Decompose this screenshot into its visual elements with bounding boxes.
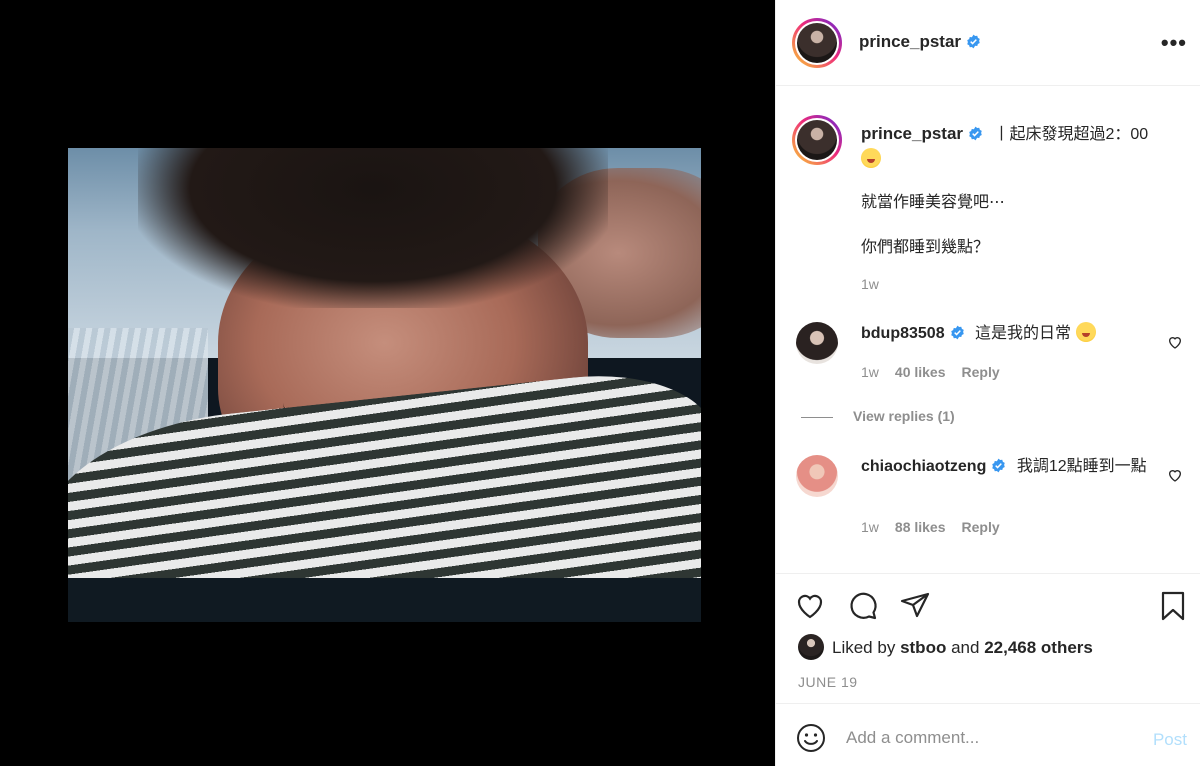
commenter-avatar[interactable] [796, 455, 838, 497]
post-comment-button[interactable]: Post [1153, 730, 1187, 750]
likes-prefix: Liked by [832, 638, 896, 657]
comment-body: chiaochiaotzeng 我調12點睡到一點 [861, 455, 1151, 479]
more-options-icon[interactable]: ••• [1161, 30, 1187, 56]
comment-timestamp[interactable]: 1w [861, 519, 879, 535]
author-username[interactable]: prince_pstar [859, 32, 981, 52]
post-side-panel: prince_pstar ••• prince_pstar 丨起床發現超過2：0… [775, 0, 1200, 766]
likes-joiner: and [951, 638, 980, 657]
laughing-emoji-icon [1075, 322, 1096, 342]
comment-body: bdup83508 這是我的日常 [861, 322, 1151, 346]
verified-badge-icon [992, 458, 1006, 473]
verified-badge-icon [967, 34, 980, 49]
caption-avatar[interactable] [792, 115, 842, 165]
photo-floor [68, 578, 701, 622]
post-date[interactable]: JUNE 19 [798, 674, 858, 690]
comment-text: 我調12點睡到一點 [1016, 458, 1147, 475]
silly-face-emoji-icon [861, 148, 881, 168]
emoji-picker-icon[interactable] [795, 722, 827, 754]
comment-like-heart-icon[interactable] [1167, 467, 1183, 483]
verified-badge-icon [950, 325, 964, 340]
verified-badge-icon [969, 126, 982, 141]
comment-like-heart-icon[interactable] [1167, 334, 1183, 350]
author-avatar[interactable] [792, 18, 842, 68]
comment-username[interactable]: bdup83508 [861, 325, 965, 342]
comment-text: 這是我的日常 [975, 325, 1072, 342]
comment-reply-button[interactable]: Reply [962, 364, 1000, 380]
photo-hair [138, 148, 608, 308]
post-photo[interactable] [68, 148, 701, 622]
caption-line-2: 就當作睡美容覺吧⋯ [861, 194, 1006, 211]
caption-line-3: 你們都睡到幾點？ [861, 239, 990, 256]
post-actions: Liked by stboo and 22,468 others JUNE 19 [776, 573, 1200, 703]
liker-username[interactable]: stboo [900, 638, 946, 657]
likes-summary: Liked by stboo and 22,468 others [798, 634, 1093, 660]
post-header: prince_pstar ••• [776, 0, 1200, 86]
caption-text: prince_pstar 丨起床發現超過2：00 [861, 121, 1181, 172]
heart-icon[interactable] [794, 590, 826, 622]
view-replies-button[interactable]: View replies (1) [801, 408, 955, 424]
caption-line-1: 丨起床發現超過2：00 [993, 126, 1149, 143]
caption-timestamp[interactable]: 1w [861, 276, 879, 292]
add-comment-bar: Post [776, 703, 1200, 766]
comment-icon[interactable] [847, 590, 879, 622]
caption-username[interactable]: prince_pstar [861, 124, 983, 143]
comment-timestamp[interactable]: 1w [861, 364, 879, 380]
comment-reply-button[interactable]: Reply [962, 519, 1000, 535]
media-pane [0, 0, 775, 766]
bookmark-icon[interactable] [1157, 590, 1189, 622]
comment-likes-count[interactable]: 88 likes [895, 519, 946, 535]
commenter-avatar[interactable] [796, 322, 838, 364]
share-icon[interactable] [899, 590, 931, 622]
comment-meta: 1w 88 likes Reply [861, 519, 1016, 535]
comments-area[interactable]: prince_pstar 丨起床發現超過2：00 就當作睡美容覺吧⋯ 你們都睡到… [776, 87, 1200, 572]
comment-username[interactable]: chiaochiaotzeng [861, 458, 1006, 475]
comment-input[interactable] [846, 724, 1136, 752]
comment-likes-count[interactable]: 40 likes [895, 364, 946, 380]
likes-others-link[interactable]: 22,468 others [984, 638, 1093, 657]
comment-meta: 1w 40 likes Reply [861, 364, 1016, 380]
liker-avatar[interactable] [798, 634, 824, 660]
